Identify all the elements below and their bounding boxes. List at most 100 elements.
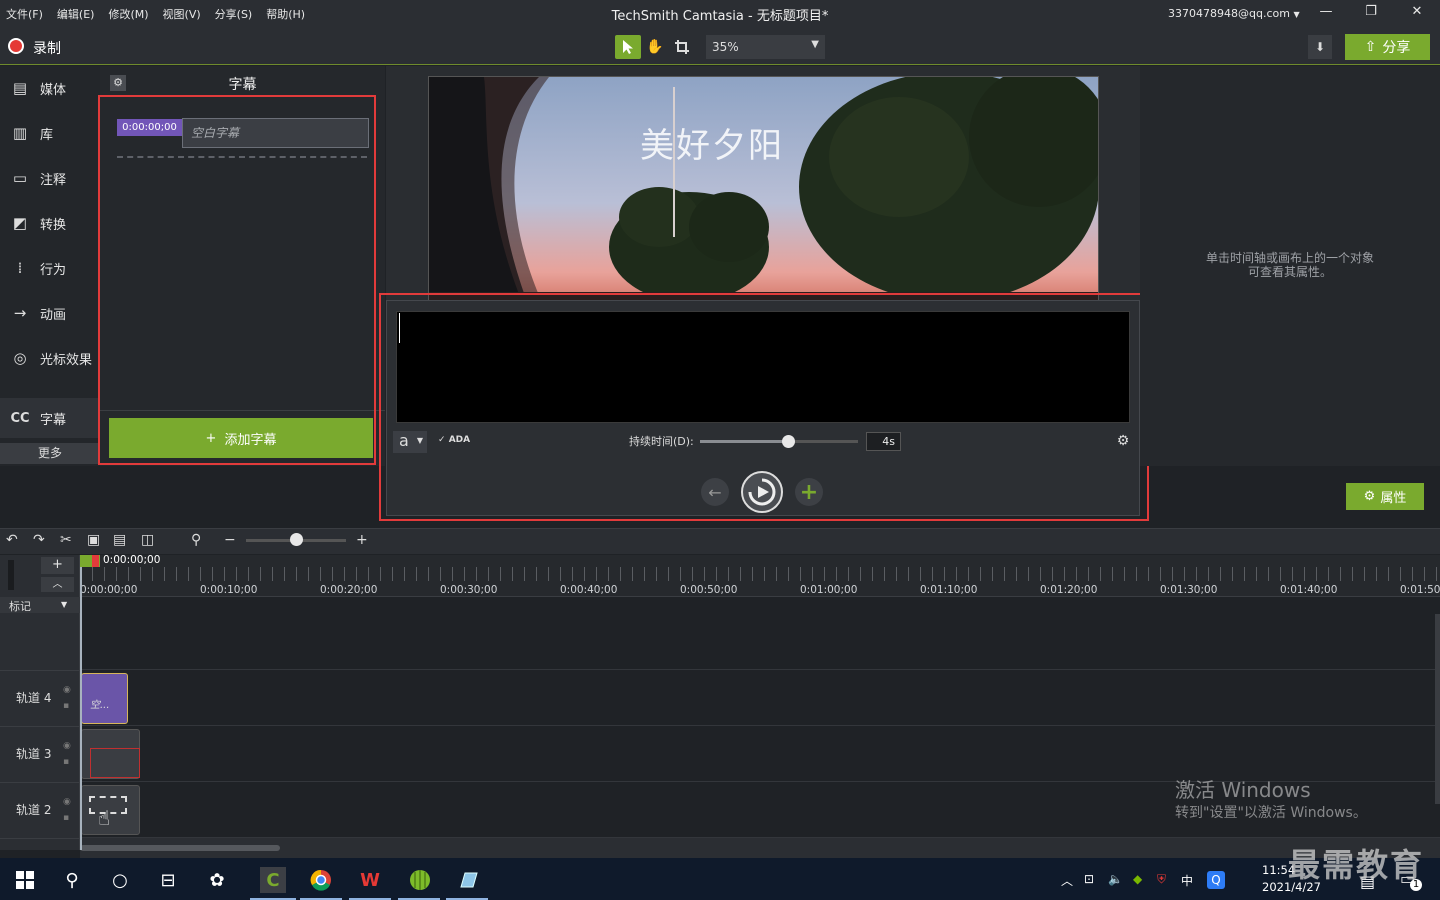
notepad-app-icon[interactable] (455, 867, 481, 893)
record-button[interactable]: 录制 (33, 38, 61, 58)
playhead-marker[interactable] (92, 555, 99, 567)
sidebar-item-animations[interactable]: → 动画 (0, 293, 100, 333)
annotation-clip[interactable] (81, 729, 140, 779)
media-icon: ▤ (12, 79, 28, 97)
pointer-icon (623, 40, 633, 54)
zoom-value: 35% (712, 40, 739, 54)
more-button[interactable]: 更多 (0, 443, 100, 464)
highlight-box (98, 95, 376, 465)
qq-icon[interactable]: Q (1207, 871, 1225, 889)
paste-icon[interactable]: ▤ (113, 532, 126, 548)
cortana-icon[interactable]: ○ (107, 867, 133, 893)
undo-icon[interactable]: ↶ (6, 532, 18, 548)
tick-label: 0:01:20;00 (1040, 584, 1098, 596)
search-icon[interactable]: ⚲ (59, 867, 85, 893)
cut-icon[interactable]: ✂ (60, 532, 72, 548)
panel-title: 字幕 (228, 77, 257, 93)
collapse-tracks-button[interactable]: ︿ (41, 577, 74, 592)
nvidia-icon[interactable]: ◆ (1133, 872, 1142, 886)
zoom-in-icon[interactable]: + (356, 532, 368, 548)
share-label: 分享 (1382, 40, 1411, 56)
eye-icon[interactable]: ◉ (63, 685, 71, 695)
lock-icon[interactable]: ▪ (63, 701, 69, 711)
download-button[interactable]: ⬇ (1308, 35, 1332, 59)
library-icon: ▥ (12, 124, 28, 142)
lock-icon[interactable]: ▪ (63, 813, 69, 823)
network-icon[interactable]: ⊡ (1084, 872, 1094, 886)
sidebar-item-media[interactable]: ▤ 媒体 (0, 68, 100, 108)
sidebar-item-label: 字幕 (40, 412, 67, 428)
minimize-button[interactable]: — (1316, 4, 1336, 22)
zoom-select[interactable]: 35% ▼ (706, 35, 825, 59)
ime-indicator[interactable]: 中 (1181, 872, 1193, 889)
crop-icon (675, 40, 689, 54)
restore-button[interactable]: ❐ (1361, 4, 1381, 22)
sidebar-item-label: 注释 (40, 172, 67, 188)
account-menu[interactable]: 3370478948@qq.com ▼ (1168, 7, 1300, 20)
behavior-icon: ⁞ (17, 259, 23, 277)
properties-button[interactable]: ⚙ 属性 (1346, 483, 1424, 510)
sidebar-item-label: 库 (40, 127, 54, 143)
caption-track-area[interactable] (80, 614, 1440, 670)
track-row[interactable] (80, 670, 1440, 726)
redo-icon[interactable]: ↷ (33, 532, 45, 548)
select-tool-button[interactable] (615, 35, 641, 59)
playhead-line[interactable] (80, 555, 82, 850)
chevron-up-icon: ︿ (52, 579, 63, 590)
eye-icon[interactable]: ◉ (63, 741, 71, 751)
chrome-icon[interactable] (308, 867, 334, 893)
add-track-button[interactable]: + (41, 557, 74, 574)
close-button[interactable]: ✕ (1407, 4, 1427, 22)
sidebar-item-cursor-effects[interactable]: ◎ 光标效果 (0, 338, 100, 378)
hint-line: 可查看其属性。 (1247, 265, 1332, 279)
split-icon[interactable]: ◫ (141, 532, 154, 548)
properties-hint: 单击时间轴或画布上的一个对象 可查看其属性。 (1160, 251, 1420, 279)
chevron-down-icon[interactable]: ▼ (61, 600, 67, 609)
animation-icon: → (13, 304, 27, 322)
cursor-effect-icon: ◎ (13, 349, 27, 367)
sidebar-item-label: 光标效果 (40, 352, 93, 368)
windows-start-icon[interactable] (12, 867, 38, 893)
timeline-scrollbar[interactable] (80, 845, 280, 851)
pinwheel-app-icon[interactable]: ✿ (204, 867, 230, 893)
tray-expand-icon[interactable]: ︿ (1061, 872, 1073, 889)
melon-app-icon[interactable] (407, 867, 433, 893)
crop-tool-button[interactable] (669, 35, 695, 59)
share-icon: ⇧ (1364, 39, 1377, 55)
cc-icon: CC (10, 410, 30, 426)
sidebar-item-behaviors[interactable]: ⁞ 行为 (0, 248, 100, 288)
pan-tool-button[interactable]: ✋ (642, 35, 668, 59)
sidebar-item-captions[interactable]: CC 字幕 (0, 398, 100, 438)
caption-clip[interactable]: 空... (81, 673, 128, 724)
vertical-scrollbar[interactable] (1435, 614, 1440, 804)
video-title-text[interactable]: 美好夕阳 (640, 118, 784, 167)
marker-label: 标记 (9, 600, 31, 613)
eye-icon[interactable]: ◉ (63, 797, 71, 807)
sidebar-item-label: 行为 (40, 262, 67, 278)
search-icon[interactable]: ⚲ (191, 532, 201, 548)
highlight-box (379, 293, 1149, 521)
camtasia-icon[interactable]: C (260, 867, 286, 893)
tick-label: 0:00:20;00 (320, 584, 378, 596)
timeline-zoom-handle[interactable] (290, 533, 303, 546)
sidebar-item-library[interactable]: ▥ 库 (0, 113, 100, 153)
track-label: 轨道 3 (16, 747, 52, 761)
task-view-icon[interactable]: ⊟ (155, 867, 181, 893)
lock-icon[interactable]: ▪ (63, 757, 69, 767)
share-button[interactable]: ⇧ 分享 (1345, 34, 1430, 60)
track-label: 轨道 4 (16, 691, 52, 705)
tick-label: 0:00:00;00 (80, 584, 138, 596)
copy-icon[interactable]: ▣ (87, 532, 100, 548)
tick-label: 0:01:30;00 (1160, 584, 1218, 596)
volume-icon[interactable]: 🔈 (1108, 872, 1123, 886)
sidebar-item-annotations[interactable]: ▭ 注释 (0, 158, 100, 198)
record-icon[interactable] (8, 38, 24, 54)
video-preview[interactable] (428, 76, 1099, 306)
cursor-clip[interactable]: ☝ (81, 785, 140, 835)
security-icon[interactable]: ⛨ (1157, 872, 1166, 887)
zoom-out-icon[interactable]: − (224, 532, 236, 548)
timeline-scrubber[interactable] (8, 560, 14, 590)
sidebar-item-transitions[interactable]: ◩ 转换 (0, 203, 100, 243)
wps-icon[interactable]: W (357, 867, 383, 893)
chevron-down-icon: ▼ (1293, 10, 1300, 19)
